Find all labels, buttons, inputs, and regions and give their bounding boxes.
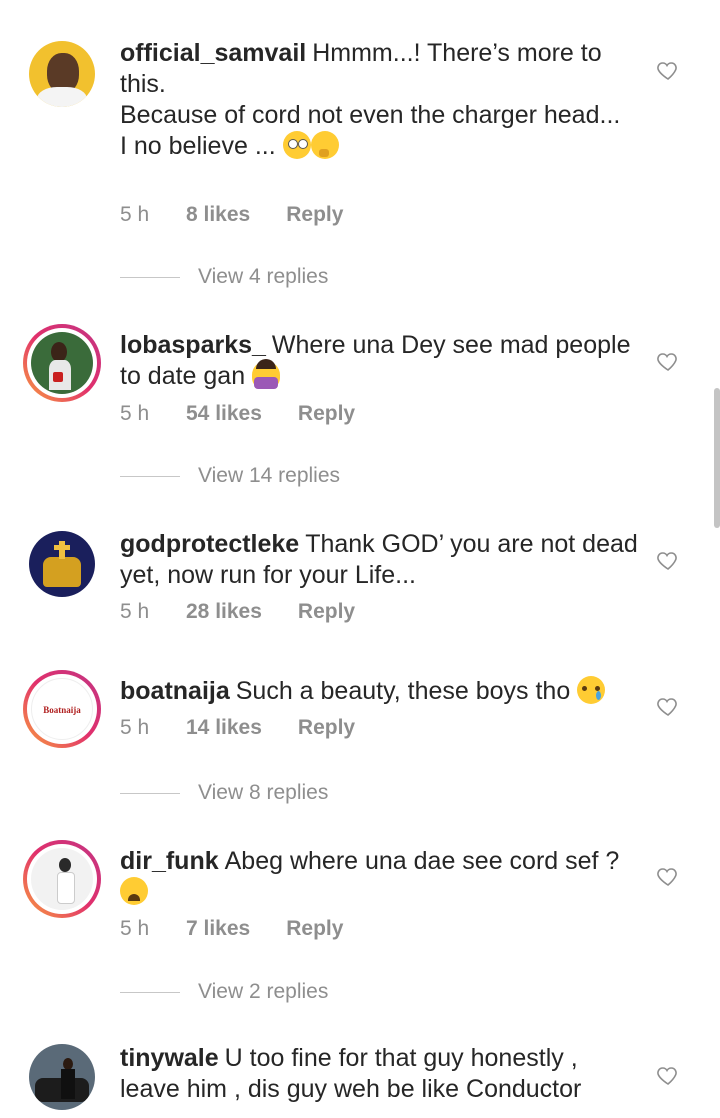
comment-text-block: godprotectleke Thank GOD’ you are not dea…	[120, 529, 640, 591]
comment-meta: 5 h 28 likes Reply	[120, 600, 355, 624]
comment-text-block: lobasparks_ Where una Dey see mad people …	[120, 330, 640, 392]
comment-time: 5 h	[120, 600, 150, 623]
view-replies-label: View 14 replies	[198, 464, 341, 487]
reply-button[interactable]: Reply	[286, 203, 343, 227]
replies-divider-line	[120, 475, 180, 477]
heart-icon[interactable]	[656, 864, 680, 888]
heart-icon[interactable]	[656, 349, 680, 373]
comment-meta: 5 h 7 likes Reply	[120, 917, 343, 941]
heart-icon[interactable]	[656, 548, 680, 572]
heart-icon[interactable]	[656, 1063, 680, 1087]
reply-button[interactable]: Reply	[298, 402, 355, 426]
view-replies-label: View 4 replies	[198, 265, 329, 288]
reply-button[interactable]: Reply	[286, 917, 343, 941]
comment-likes[interactable]: 14 likes	[186, 716, 262, 740]
replies-divider-line	[120, 276, 180, 278]
comment-time: 5 h	[120, 203, 150, 226]
avatar[interactable]	[23, 840, 101, 918]
woman-facepalming-emoji-icon	[252, 359, 281, 389]
reply-button[interactable]: Reply	[298, 716, 355, 740]
avatar[interactable]	[23, 525, 101, 603]
comment-likes[interactable]: 28 likes	[186, 600, 262, 624]
heart-icon[interactable]	[656, 694, 680, 718]
boatnaija-logo: Boatnaija	[32, 705, 92, 715]
comment-username[interactable]: official_samvail	[120, 39, 306, 67]
view-replies-label: View 2 replies	[198, 980, 329, 1003]
view-replies-button[interactable]: View 14 replies	[120, 464, 340, 488]
heart-icon[interactable]	[656, 58, 680, 82]
replies-divider-line	[120, 991, 180, 993]
comment-time: 5 h	[120, 402, 150, 425]
comment-likes[interactable]: 8 likes	[186, 203, 250, 227]
comment-likes[interactable]: 7 likes	[186, 917, 250, 941]
comment-text-block: boatnaija Such a beauty, these boys tho	[120, 676, 640, 707]
scrollbar[interactable]	[714, 388, 720, 528]
comment-meta: 5 h 8 likes Reply	[120, 203, 343, 227]
avatar[interactable]	[23, 35, 101, 113]
view-replies-label: View 8 replies	[198, 781, 329, 804]
comment-username[interactable]: godprotectleke	[120, 530, 299, 558]
avatar[interactable]	[23, 324, 101, 402]
comment-username[interactable]: tinywale	[120, 1044, 219, 1072]
avatar[interactable]: Boatnaija	[23, 670, 101, 748]
thinking-face-emoji-icon	[310, 131, 339, 159]
comment-likes[interactable]: 54 likes	[186, 402, 262, 426]
view-replies-button[interactable]: View 4 replies	[120, 265, 328, 289]
comment-text-block: tinywale U too fine for that guy honestly…	[120, 1043, 640, 1105]
avatar[interactable]	[23, 1038, 101, 1116]
boatnaija-logo-text: Boatnaija	[43, 705, 81, 715]
replies-divider-line	[120, 792, 180, 794]
comment-body: Such a beauty, these boys tho	[235, 677, 571, 705]
comment-username[interactable]: lobasparks_	[120, 331, 266, 359]
weary-face-emoji-icon	[120, 877, 148, 905]
comment-time: 5 h	[120, 917, 150, 940]
comment-username[interactable]: boatnaija	[120, 677, 230, 705]
comment-meta: 5 h 54 likes Reply	[120, 402, 355, 426]
view-replies-button[interactable]: View 8 replies	[120, 781, 328, 805]
comment-body: Abeg where una dae see cord sef ?	[224, 847, 620, 875]
crying-face-emoji-icon	[577, 676, 606, 704]
comment-username[interactable]: dir_funk	[120, 847, 219, 875]
comment-time: 5 h	[120, 716, 150, 739]
view-replies-button[interactable]: View 2 replies	[120, 980, 328, 1004]
comment-text-block: official_samvail Hmmm...! There’s more to…	[120, 38, 640, 162]
rolling-eyes-emoji-icon	[282, 131, 311, 159]
comment-text-block: dir_funk Abeg where una dae see cord sef …	[120, 846, 640, 908]
comment-meta: 5 h 14 likes Reply	[120, 716, 355, 740]
reply-button[interactable]: Reply	[298, 600, 355, 624]
